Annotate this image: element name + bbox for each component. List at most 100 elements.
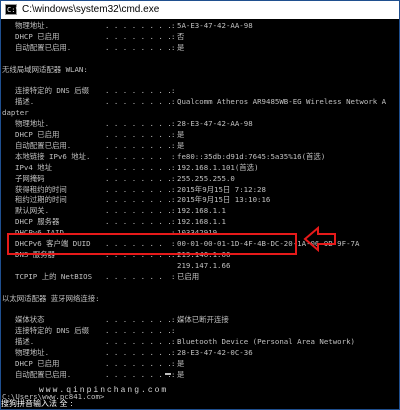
console-label: DHCP 已启用 xyxy=(15,358,60,368)
console-dots: . . . . . . . . xyxy=(105,206,172,216)
console-label: 获得租约的时间 xyxy=(15,184,67,194)
title-bar[interactable]: C:\ C:\windows\system32\cmd.exe xyxy=(1,1,399,19)
console-value: 219.147.1.66 xyxy=(177,260,231,270)
console-value: 是 xyxy=(177,369,185,379)
console-dots: . . . . . . . . . xyxy=(105,315,181,325)
console-colon: : xyxy=(171,130,176,139)
console-dots: . . . . . . . . . xyxy=(105,173,181,183)
console-value: 2015年9月15日 13:10:16 xyxy=(177,195,271,205)
console-dots: . . . . . . . . xyxy=(105,21,172,30)
console-label: 描述. xyxy=(15,337,35,347)
console-colon: : xyxy=(171,151,176,161)
console-value: 是 xyxy=(177,130,185,139)
console-value: 是 xyxy=(177,358,185,368)
watermark: www.qinpinchang.com xyxy=(39,386,169,395)
console-value: 28-E3-47-42-AA-98 xyxy=(177,119,253,129)
cmd-icon: C:\ xyxy=(5,4,20,15)
console-dots: . . . . . . . . xyxy=(105,369,172,379)
console-dots: . . . . . . . . xyxy=(105,326,172,336)
console-label: DHCP 服务器 xyxy=(15,217,60,227)
console-value: 已启用 xyxy=(177,271,200,281)
console-value: 28-E3-47-42-0C-36 xyxy=(177,348,253,357)
console-dots: . . . . . . . . xyxy=(105,217,172,227)
console-dots: . . . . . . . . . xyxy=(105,162,181,172)
console-dots: . . . . . . . . . xyxy=(105,97,181,107)
console-value: 255.255.255.0 xyxy=(177,173,235,183)
console-text: 以太网适配器 蓝牙网络连接: xyxy=(2,293,100,303)
console-label: 自动配置已启用. xyxy=(15,42,72,52)
console-value: Bluetooth Device (Personal Area Network) xyxy=(177,337,355,347)
console-colon: : xyxy=(171,31,176,41)
console-colon: : xyxy=(171,195,176,205)
console-colon: : xyxy=(171,348,176,357)
console-value: 192.168.1.1 xyxy=(177,206,226,216)
console-value: 5A-E3-47-42-AA-98 xyxy=(177,21,253,30)
dns-highlight-box xyxy=(7,233,297,255)
console-colon: : xyxy=(171,119,176,129)
console-colon: : xyxy=(171,162,176,172)
console-value: 192.168.1.1 xyxy=(177,217,226,227)
left-arrow-icon xyxy=(303,226,336,252)
console-colon: : xyxy=(171,21,176,30)
console-dots: . . . . . . . . xyxy=(105,348,172,357)
console-colon: : xyxy=(171,140,176,150)
console-value: 是 xyxy=(177,42,185,52)
console-colon: : xyxy=(171,97,176,107)
console-label: 自动配置已启用. xyxy=(15,140,72,150)
console-text: dapter xyxy=(2,108,29,118)
console-colon: : xyxy=(171,326,176,336)
console-label: DHCP 已启用 xyxy=(15,31,60,41)
console-dots: . . . . . . . . xyxy=(105,358,172,368)
console-label: 子网掩码 xyxy=(15,173,45,183)
console-label: 本地链接 IPv6 地址. xyxy=(15,151,91,161)
console-dots: . . . . . . . . xyxy=(105,119,172,129)
console-label: 连接特定的 DNS 后缀 xyxy=(15,86,89,96)
console-dots: . . . . . . . . xyxy=(105,184,172,194)
console-colon: : xyxy=(171,217,176,227)
console-dots: . . . . . . . . xyxy=(105,195,172,205)
console-label: DHCP 已启用 xyxy=(15,130,60,139)
console-dots: . . . . . . . . xyxy=(105,140,172,150)
console-colon: : xyxy=(171,206,176,216)
console-dots: . . . . . . . . xyxy=(105,31,172,41)
console-value: Qualcomm Atheros AR9485WB-EG Wireless Ne… xyxy=(177,97,387,107)
console-colon: : xyxy=(171,86,176,96)
console-label: 物理地址. xyxy=(15,119,50,129)
console-colon: : xyxy=(171,369,176,379)
cmd-window: C:\ C:\windows\system32\cmd.exe 物理地址. . .… xyxy=(0,0,400,410)
console-dots: . . . . . . . . . xyxy=(105,337,181,347)
console-label: 媒体状态 xyxy=(15,315,45,325)
console-dots: . . . . . . . xyxy=(105,151,163,161)
console-colon: : xyxy=(171,337,176,347)
console-label: 默认网关. xyxy=(15,206,50,216)
window-title: C:\windows\system32\cmd.exe xyxy=(22,4,160,15)
console-value: 媒体已断开连接 xyxy=(177,315,229,325)
console-label: 描述. xyxy=(15,97,35,107)
console-colon: : xyxy=(171,315,176,325)
console-colon: : xyxy=(171,184,176,194)
console-dots: . . . . . . . . xyxy=(105,130,172,139)
console-dots: . . . . . . . . xyxy=(105,42,172,52)
console-label: 物理地址. xyxy=(15,348,50,357)
console-dots: . . . . . . . xyxy=(105,271,163,281)
console-label: 连接特定的 DNS 后缀 xyxy=(15,326,89,336)
console-value: 否 xyxy=(177,31,185,41)
console-value: 2015年9月15日 7:12:28 xyxy=(177,184,266,194)
console-value: 192.168.1.101(首选) xyxy=(177,162,259,172)
console-value: 是 xyxy=(177,140,185,150)
text-cursor xyxy=(165,373,171,375)
console-output[interactable]: 物理地址.. . . . . . . .:5A-E3-47-42-AA-98 DH… xyxy=(1,19,399,409)
console-label: 租约过期的时间 xyxy=(15,195,67,205)
console-dots: . . . . . . . . xyxy=(105,86,172,96)
console-label: TCPIP 上的 NetBIOS xyxy=(15,271,93,281)
console-value: fe80::35db:d91d:7645:5a35%16(首选) xyxy=(177,151,326,161)
console-colon: : xyxy=(171,42,176,52)
ime-status-bar[interactable]: 搜狗拼音输入法 全 : xyxy=(1,398,399,410)
console-label: 自动配置已启用. xyxy=(15,369,72,379)
console-label: 物理地址. xyxy=(15,21,50,30)
console-colon: : xyxy=(171,173,176,183)
console-colon: : xyxy=(171,358,176,368)
console-text: 无线局域网适配器 WLAN: xyxy=(2,64,88,74)
console-label: IPv4 地址 xyxy=(15,162,53,172)
console-colon: : xyxy=(171,271,176,281)
